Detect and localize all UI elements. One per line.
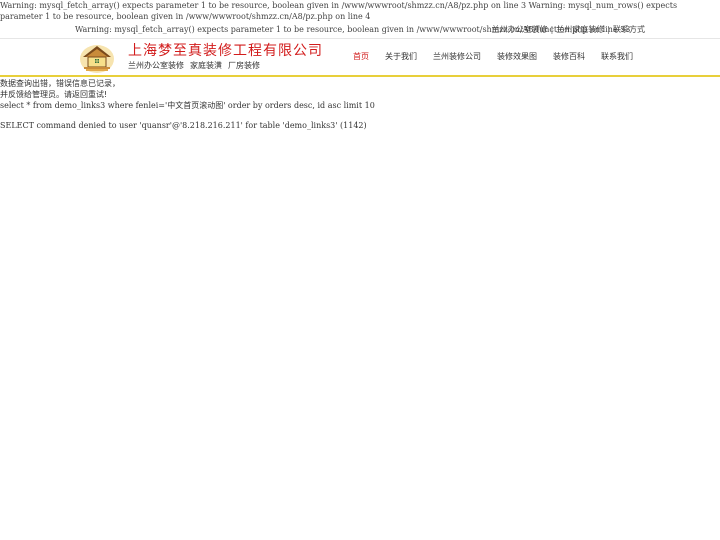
header-divider bbox=[0, 38, 720, 39]
separator: | bbox=[607, 25, 610, 34]
sql-denied-message: SELECT command denied to user 'quansr'@'… bbox=[0, 121, 367, 130]
house-logo-icon[interactable] bbox=[79, 42, 115, 74]
top-link-home[interactable]: 兰州家庭装修 bbox=[556, 25, 604, 34]
nav-item-contact[interactable]: 联系我们 bbox=[593, 50, 641, 64]
error-line-1: 数据查询出错，错误信息已记录， bbox=[0, 79, 120, 88]
error-sql: select * from demo_links3 where fenlei='… bbox=[0, 101, 375, 110]
top-link-contact[interactable]: 联系方式 bbox=[613, 25, 645, 34]
tagline-factory: 厂房装修 bbox=[228, 61, 260, 70]
php-warning-top: Warning: mysql_fetch_array() expects par… bbox=[0, 1, 678, 21]
top-bar: Warning: mysql_fetch_array() expects par… bbox=[0, 24, 720, 38]
tagline-office: 兰州办公室装修 bbox=[128, 61, 184, 70]
top-link-office[interactable]: 兰州办公室装修 bbox=[492, 25, 548, 34]
nav-item-home[interactable]: 首页 bbox=[345, 50, 377, 64]
top-links: 兰州办公室装修 | 兰州家庭装修 | 联系方式 bbox=[492, 24, 645, 36]
nav-item-company[interactable]: 兰州装修公司 bbox=[425, 50, 489, 64]
header-accent-bar bbox=[0, 75, 720, 77]
nav-item-encyclopedia[interactable]: 装修百科 bbox=[545, 50, 593, 64]
error-line-2: 并反馈给管理员。请返回重试! bbox=[0, 90, 108, 99]
main-nav: 首页 关于我们 兰州装修公司 装修效果图 装修百科 联系我们 bbox=[345, 50, 641, 64]
company-tagline: 兰州办公室装修 家庭装潢 厂房装修 bbox=[128, 61, 266, 71]
nav-item-gallery[interactable]: 装修效果图 bbox=[489, 50, 545, 64]
error-message: 数据查询出错，错误信息已记录， 并反馈给管理员。请返回重试! select * … bbox=[0, 78, 375, 111]
company-name[interactable]: 上海梦至真装修工程有限公司 bbox=[128, 42, 323, 60]
tagline-home: 家庭装潢 bbox=[190, 61, 222, 70]
separator: | bbox=[550, 25, 554, 34]
nav-item-about[interactable]: 关于我们 bbox=[377, 50, 425, 64]
